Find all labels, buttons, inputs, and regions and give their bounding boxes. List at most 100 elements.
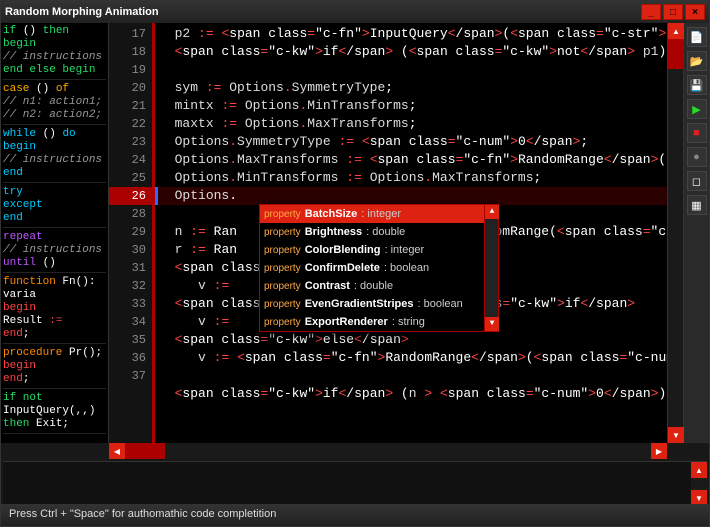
code-editor[interactable]: p2 := <span class="c-fn">InputQuery</spa… <box>155 23 667 443</box>
main-area: if () then begin// instructionsend else … <box>1 23 709 443</box>
console-scrollbar[interactable]: ▲ ▼ <box>691 462 707 506</box>
code-line[interactable] <box>159 61 663 79</box>
code-line[interactable]: <span class="c-kw">if</span> (n > <span … <box>159 385 663 403</box>
window-controls: _ □ × <box>641 4 705 20</box>
open-button[interactable]: 📂 <box>687 51 707 71</box>
snippet-panel: if () then begin// instructionsend else … <box>1 23 109 443</box>
code-line[interactable]: <span class="c-kw">else</span> <box>159 331 663 349</box>
close-button[interactable]: × <box>685 4 705 20</box>
line-number: 37 <box>111 367 146 385</box>
snippet-item[interactable]: function Fn(): variabegin Result :=end; <box>3 276 106 344</box>
line-number: 21 <box>111 97 146 115</box>
autocomplete-item[interactable]: propertyContrast: double <box>260 277 498 295</box>
ac-name: Contrast <box>305 277 350 295</box>
console-scroll-up[interactable]: ▲ <box>691 462 707 478</box>
autocomplete-item[interactable]: propertyExportRenderer: string <box>260 313 498 331</box>
new-icon: 📄 <box>690 31 704 44</box>
line-number: 29 <box>111 223 146 241</box>
status-bar: Press Ctrl + "Space" for authomathic cod… <box>1 504 709 526</box>
scroll-down-button[interactable]: ▼ <box>668 427 684 443</box>
stop-button[interactable]: ■ <box>687 123 707 143</box>
tile-button[interactable]: ▦ <box>687 195 707 215</box>
code-line[interactable]: Options.MaxTransforms := <span class="c-… <box>159 151 663 169</box>
output-console[interactable]: ▲ ▼ <box>3 461 707 506</box>
snippet-item[interactable]: tryexceptend <box>3 186 106 228</box>
new-button[interactable]: 📄 <box>687 27 707 47</box>
ac-kind: property <box>264 206 301 224</box>
code-line[interactable]: mintx := Options.MinTransforms; <box>159 97 663 115</box>
ac-scroll-up[interactable]: ▲ <box>485 205 499 219</box>
line-number: 33 <box>111 295 146 313</box>
break-button[interactable]: ◻ <box>687 171 707 191</box>
line-number: 22 <box>111 115 146 133</box>
ac-type: : boolean <box>384 259 429 277</box>
snippet-item[interactable]: if notInputQuery(,,)then Exit; <box>3 392 106 434</box>
record-icon: ● <box>693 151 700 163</box>
vertical-scrollbar[interactable]: ▲ ▼ <box>667 23 683 443</box>
snippet-item[interactable]: procedure Pr();beginend; <box>3 347 106 389</box>
line-number: 31 <box>111 259 146 277</box>
break-icon: ◻ <box>692 175 701 188</box>
line-number: 36 <box>111 349 146 367</box>
ac-kind: property <box>264 260 301 278</box>
autocomplete-scrollbar[interactable]: ▲▼ <box>484 205 498 331</box>
ac-type: : double <box>354 277 393 295</box>
code-line[interactable]: <span class="c-kw">if</span> (<span clas… <box>159 43 663 61</box>
snippet-item[interactable]: if () then begin// instructionsend else … <box>3 25 106 80</box>
code-line[interactable]: Options.SymmetryType := <span class="c-n… <box>159 133 663 151</box>
snippet-item[interactable]: case () of// n1: action1;// n2: action2; <box>3 83 106 125</box>
ac-kind: property <box>264 314 301 332</box>
ac-type: : integer <box>384 241 424 259</box>
autocomplete-item[interactable]: propertyConfirmDelete: boolean <box>260 259 498 277</box>
current-line-marker <box>155 187 158 205</box>
snippet-item[interactable]: repeat// instructionsuntil () <box>3 231 106 273</box>
code-line[interactable]: Options. <box>159 187 663 205</box>
autocomplete-popup[interactable]: propertyBatchSize: integerpropertyBright… <box>259 204 499 332</box>
scroll-up-button[interactable]: ▲ <box>668 23 684 39</box>
line-number: 34 <box>111 313 146 331</box>
titlebar: Random Morphing Animation _ □ × <box>1 1 709 23</box>
ac-type: : double <box>366 223 405 241</box>
autocomplete-item[interactable]: propertyEvenGradientStripes: boolean <box>260 295 498 313</box>
line-number: 28 <box>111 205 146 223</box>
save-icon: 💾 <box>690 79 704 92</box>
line-number: 19 <box>111 61 146 79</box>
hscroll-thumb[interactable] <box>125 443 165 459</box>
status-hint: Press Ctrl + "Space" for authomathic cod… <box>9 508 276 520</box>
code-line[interactable]: maxtx := Options.MaxTransforms; <box>159 115 663 133</box>
record-button[interactable]: ● <box>687 147 707 167</box>
code-line[interactable] <box>159 367 663 385</box>
code-line[interactable]: sym := Options.SymmetryType; <box>159 79 663 97</box>
ac-kind: property <box>264 224 301 242</box>
minimize-button[interactable]: _ <box>641 4 661 20</box>
code-line[interactable]: p2 := <span class="c-fn">InputQuery</spa… <box>159 25 663 43</box>
ac-name: EvenGradientStripes <box>305 295 414 313</box>
snippet-item[interactable]: while () do begin// instructionsend <box>3 128 106 183</box>
maximize-button[interactable]: □ <box>663 4 683 20</box>
ac-scroll-down[interactable]: ▼ <box>485 317 499 331</box>
ac-name: BatchSize <box>305 205 358 223</box>
scroll-thumb[interactable] <box>668 39 684 69</box>
scroll-left-button[interactable]: ◀ <box>109 443 125 459</box>
open-icon: 📂 <box>690 55 704 68</box>
line-number: 32 <box>111 277 146 295</box>
code-line[interactable]: v := <span class="c-fn">RandomRange</spa… <box>159 349 663 367</box>
autocomplete-item[interactable]: propertyBatchSize: integer <box>260 205 498 223</box>
ac-name: ConfirmDelete <box>305 259 380 277</box>
ac-name: Brightness <box>305 223 362 241</box>
run-button[interactable]: ▶ <box>687 99 707 119</box>
save-button[interactable]: 💾 <box>687 75 707 95</box>
code-line[interactable]: Options.MinTransforms := Options.MaxTran… <box>159 169 663 187</box>
line-gutter: 1718192021222324252627282930313233343536… <box>109 23 155 443</box>
line-number: 30 <box>111 241 146 259</box>
line-number: 24 <box>111 151 146 169</box>
app-window: Random Morphing Animation _ □ × if () th… <box>0 0 710 527</box>
line-number: 25 <box>111 169 146 187</box>
line-number: 17 <box>111 25 146 43</box>
scroll-right-button[interactable]: ▶ <box>651 443 667 459</box>
autocomplete-item[interactable]: propertyColorBlending: integer <box>260 241 498 259</box>
autocomplete-item[interactable]: propertyBrightness: double <box>260 223 498 241</box>
line-number: 18 <box>111 43 146 61</box>
ac-kind: property <box>264 296 301 314</box>
horizontal-scrollbar[interactable]: ◀ ▶ <box>109 443 667 459</box>
